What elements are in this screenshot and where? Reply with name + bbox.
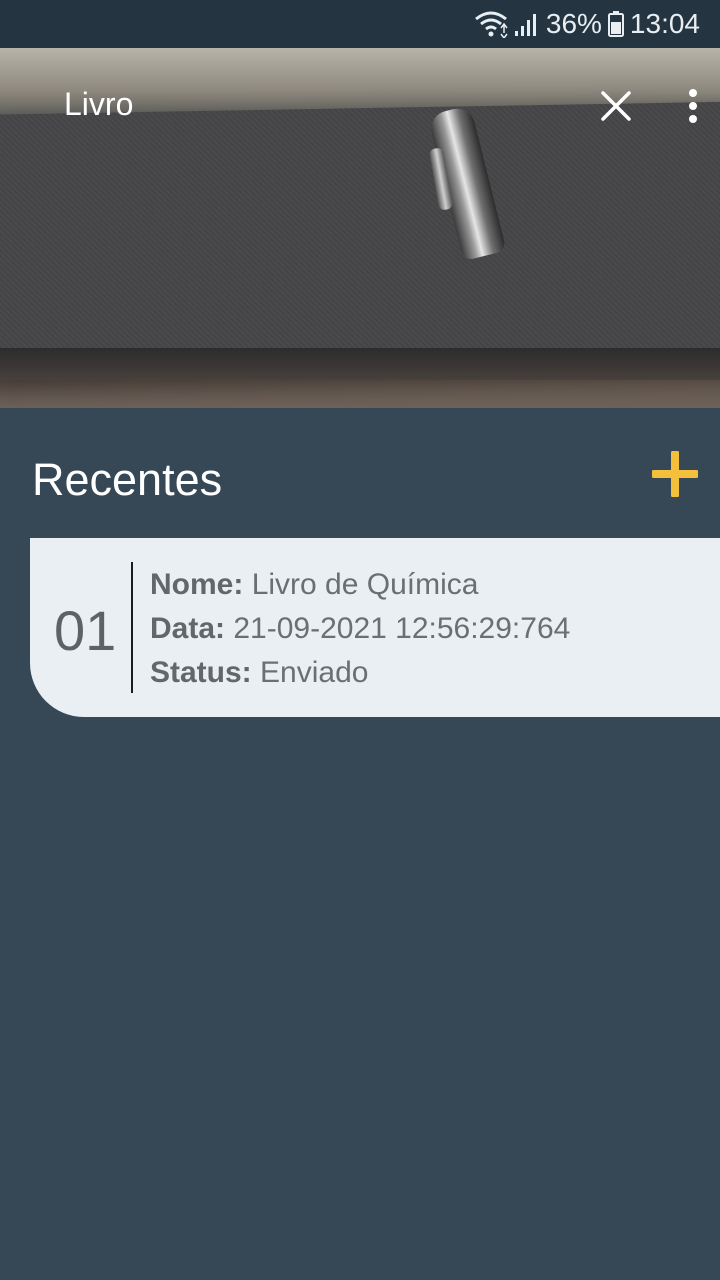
date-label: Data:	[150, 612, 226, 645]
item-number: 01	[54, 599, 117, 662]
list-item[interactable]: 01 Nome: Livro de Química Data: 21-09-20…	[30, 538, 720, 717]
item-status: Status: Enviado	[150, 656, 368, 690]
divider	[131, 562, 133, 693]
wifi-icon	[474, 10, 508, 38]
notebook-edge	[0, 348, 720, 380]
battery-icon	[607, 11, 624, 37]
header-banner: Livro	[0, 48, 720, 408]
name-label: Nome:	[150, 568, 244, 601]
add-button[interactable]	[648, 447, 702, 501]
battery-percent: 36%	[545, 8, 602, 39]
item-name: Nome: Livro de Química	[150, 568, 478, 602]
page-title: Livro	[64, 86, 134, 122]
status-value: Enviado	[260, 656, 369, 689]
plus-icon	[652, 451, 698, 497]
status-bar: 36% 13:04	[0, 0, 720, 48]
notebook-image	[0, 101, 720, 365]
close-button[interactable]	[594, 84, 638, 128]
section-title: Recentes	[32, 454, 223, 505]
more-options-button[interactable]	[676, 84, 710, 128]
name-value: Livro de Química	[251, 568, 479, 601]
more-vert-icon	[689, 89, 697, 123]
status-label: Status:	[150, 656, 252, 689]
clock: 13:04	[629, 8, 700, 39]
item-date: Data: 21-09-2021 12:56:29:764	[150, 612, 570, 646]
signal-icon	[514, 11, 540, 37]
close-icon	[601, 91, 631, 121]
date-value: 21-09-2021 12:56:29:764	[233, 612, 571, 645]
